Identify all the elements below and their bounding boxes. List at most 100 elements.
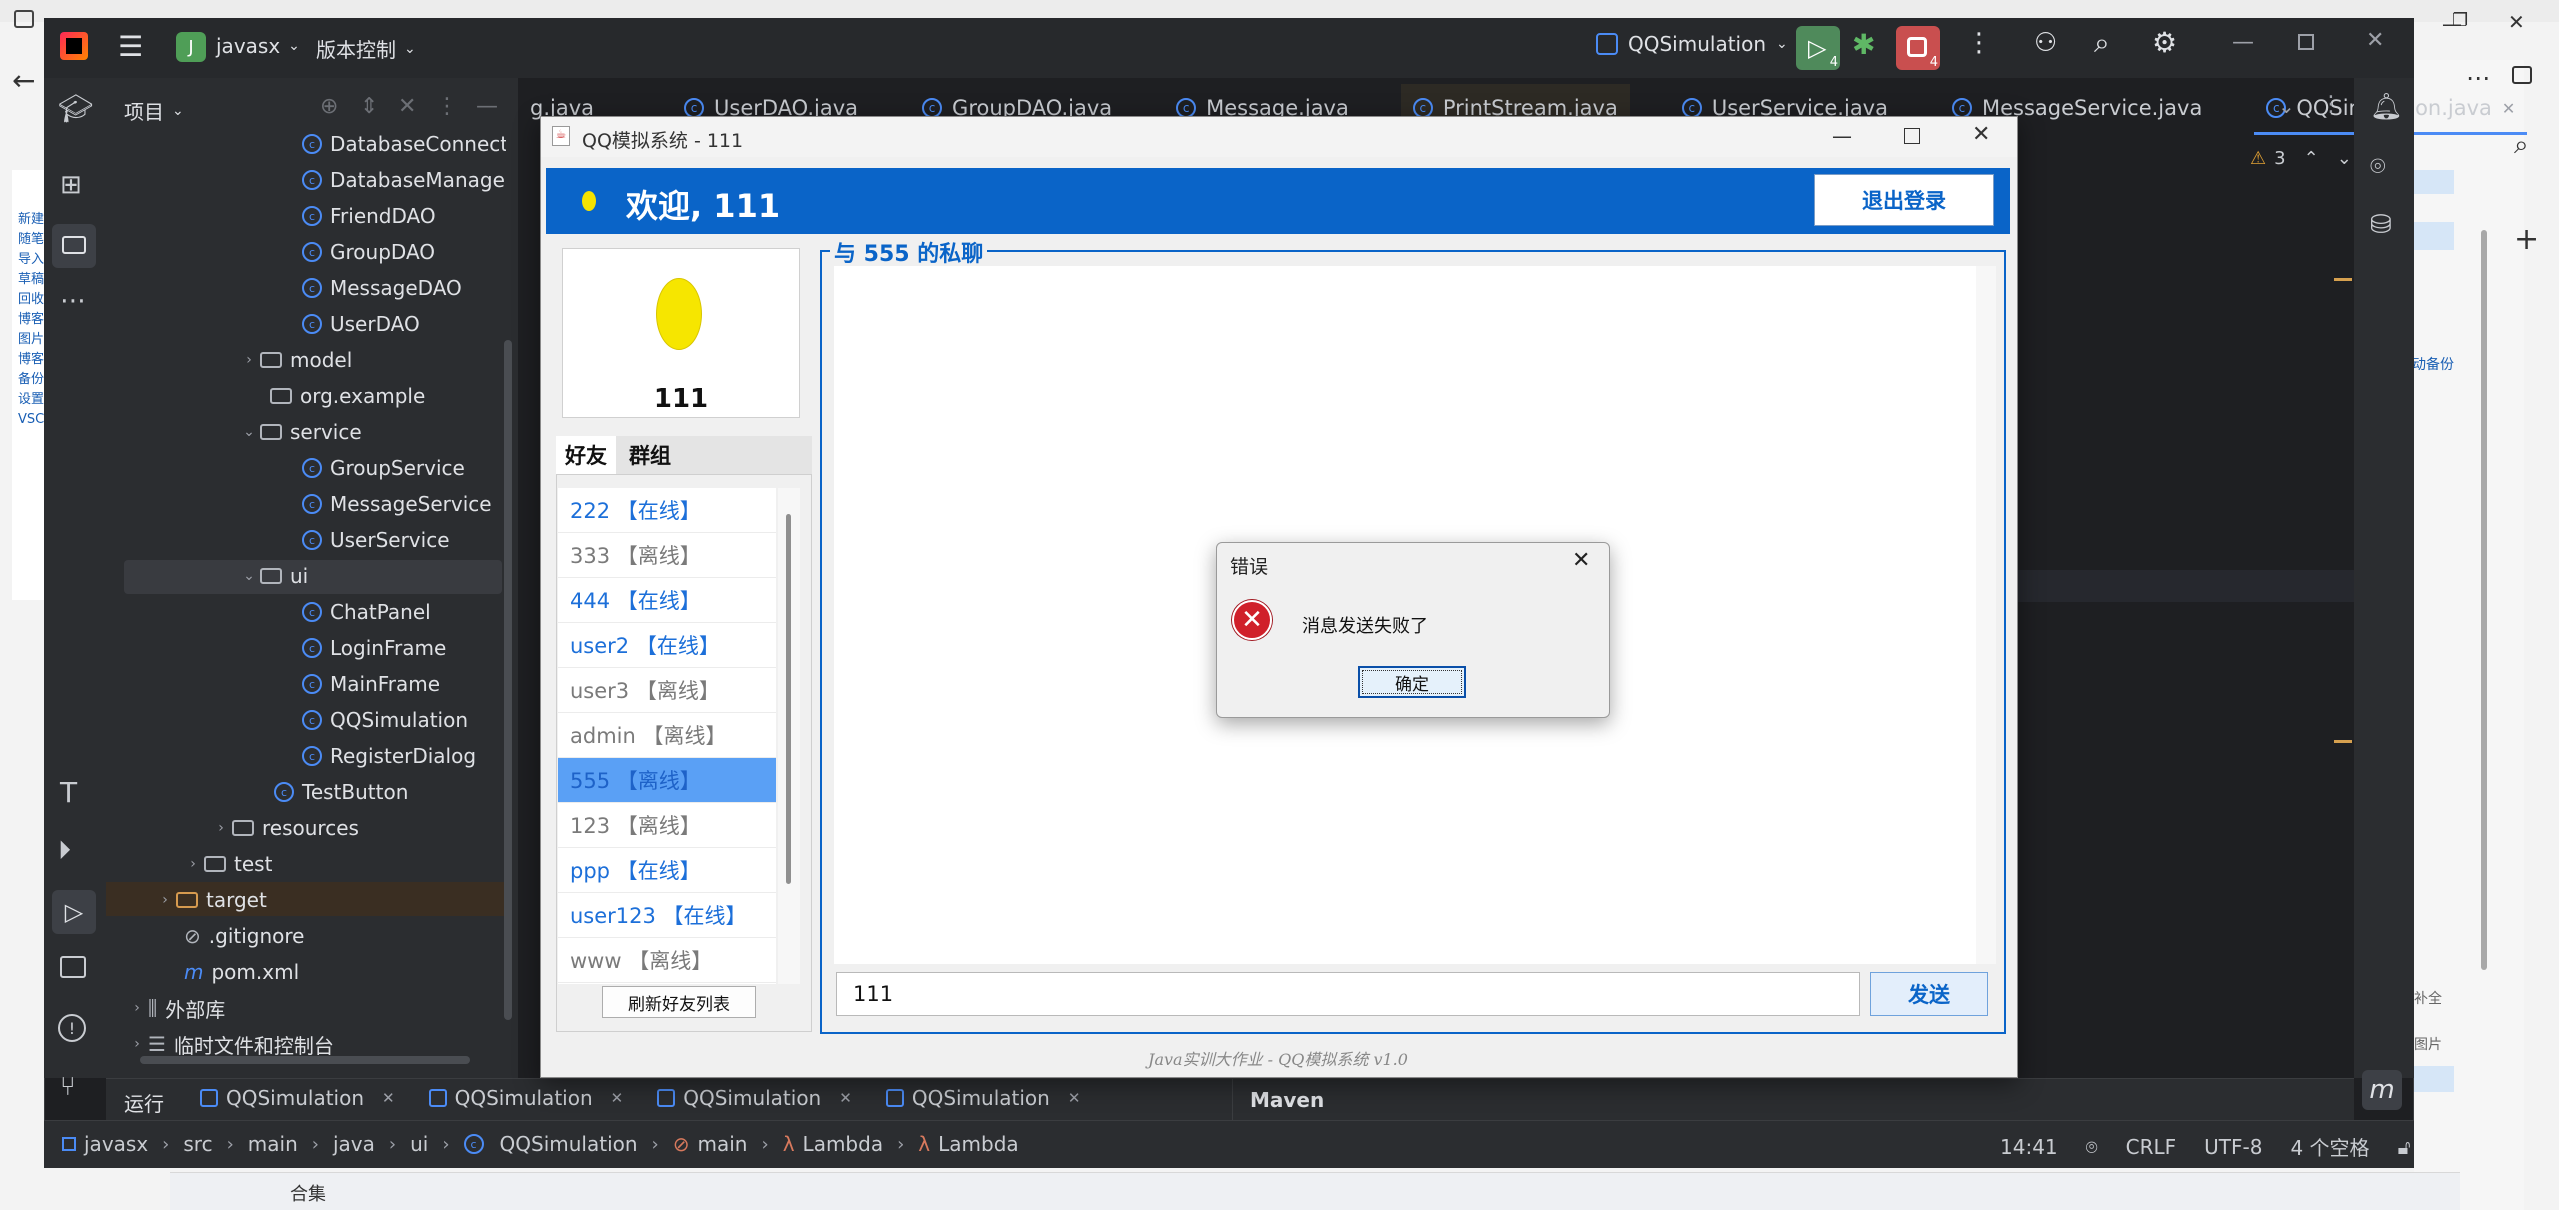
tree-item[interactable]: c TestButton bbox=[274, 774, 408, 810]
tree-item[interactable]: c ChatPanel bbox=[302, 594, 431, 630]
project-badge[interactable]: J bbox=[176, 32, 206, 62]
line-separator[interactable]: CRLF bbox=[2126, 1135, 2177, 1159]
tree-item[interactable]: c MessageService bbox=[302, 486, 492, 522]
tree-item[interactable]: › target bbox=[154, 882, 267, 918]
tree-item[interactable]: c UserDAO bbox=[302, 306, 420, 342]
ai-assistant-icon[interactable]: ⌾ bbox=[2370, 152, 2386, 183]
warning-stripe-mark[interactable] bbox=[2334, 278, 2352, 281]
search-icon[interactable]: ⌕ bbox=[2094, 26, 2110, 60]
expand-all-icon[interactable]: ⇕ bbox=[360, 94, 378, 119]
breadcrumb-item[interactable]: ui bbox=[410, 1132, 428, 1156]
add-icon[interactable]: + bbox=[2514, 222, 2539, 257]
send-button[interactable]: 发送 bbox=[1870, 972, 1988, 1016]
logout-button[interactable]: 退出登录 bbox=[1814, 174, 1994, 226]
chevron-down-icon[interactable]: ⌄ bbox=[238, 424, 260, 440]
ide-close-icon[interactable]: ✕ bbox=[2366, 28, 2384, 53]
tree-item[interactable]: ⊘ .gitignore bbox=[184, 918, 304, 954]
services-icon[interactable]: ⏵ bbox=[58, 836, 71, 867]
browser-restore-icon[interactable]: ❐ bbox=[2452, 10, 2468, 31]
inspection-widget[interactable]: ⚠ 3 ⌃ ⌄ bbox=[2250, 148, 2352, 169]
maven-panel-title[interactable]: Maven bbox=[1250, 1088, 1324, 1112]
database-icon[interactable]: ⛁ bbox=[2370, 210, 2392, 240]
project-folder-icon[interactable] bbox=[52, 224, 96, 268]
close-icon[interactable]: ✕ bbox=[2502, 99, 2515, 118]
project-tree-scrollbar[interactable] bbox=[504, 340, 512, 1020]
tree-item[interactable]: c QQSimulation bbox=[302, 702, 468, 738]
locate-icon[interactable]: ⊕ bbox=[320, 94, 338, 119]
tree-item[interactable]: c MainFrame bbox=[302, 666, 440, 702]
main-menu-icon[interactable]: ☰ bbox=[118, 30, 143, 63]
tabs-more-icon[interactable]: ⋮ bbox=[2320, 92, 2342, 117]
list-item[interactable]: 222 【在线】 bbox=[558, 488, 776, 533]
browser-scrollbar[interactable] bbox=[2478, 110, 2490, 970]
list-item[interactable]: user2 【在线】 bbox=[558, 623, 776, 668]
tree-item[interactable]: c MessageDAO bbox=[302, 270, 462, 306]
chevron-right-icon[interactable]: › bbox=[154, 892, 176, 908]
tree-item[interactable]: › test bbox=[182, 846, 272, 882]
browser-tabs-icon[interactable] bbox=[14, 10, 34, 28]
run-tab[interactable]: QQSimulation ✕ bbox=[200, 1086, 395, 1110]
hide-panel-icon[interactable]: — bbox=[476, 94, 498, 119]
tabs-dropdown-icon[interactable]: ⌄ bbox=[2278, 94, 2295, 118]
tree-item[interactable]: › model bbox=[238, 342, 352, 378]
tree-item[interactable]: › ⫼ 外部库 bbox=[126, 990, 225, 1026]
ide-maximize-icon[interactable] bbox=[2298, 34, 2314, 50]
tree-item[interactable]: c LoginFrame bbox=[302, 630, 446, 666]
list-item-selected[interactable]: 555 【离线】 bbox=[558, 758, 776, 803]
ide-minimize-icon[interactable]: — bbox=[2232, 30, 2254, 55]
refresh-friends-button[interactable]: 刷新好友列表 bbox=[602, 986, 756, 1018]
list-item[interactable]: user123 【在线】 bbox=[558, 893, 776, 938]
list-item[interactable]: ppp 【在线】 bbox=[558, 848, 776, 893]
chevron-down-icon[interactable]: ⌄ bbox=[2337, 148, 2352, 169]
breadcrumb-item[interactable]: main bbox=[248, 1132, 298, 1156]
tree-item[interactable]: c UserService bbox=[302, 522, 450, 558]
browser-backup-link[interactable]: 动备份 bbox=[2412, 354, 2454, 374]
list-item[interactable]: admin 【离线】 bbox=[558, 713, 776, 758]
breadcrumb-item[interactable]: c QQSimulation bbox=[463, 1132, 638, 1156]
notifications-icon[interactable]: 🔔︎ bbox=[2370, 92, 2403, 122]
run-tab[interactable]: QQSimulation ✕ bbox=[428, 1086, 624, 1110]
tree-item[interactable]: c FriendDAO bbox=[302, 198, 436, 234]
stop-button[interactable]: 4 bbox=[1896, 26, 1940, 70]
close-icon[interactable]: ✕ bbox=[382, 1089, 395, 1107]
tree-item[interactable]: › resources bbox=[210, 810, 359, 846]
list-item[interactable]: 333 【离线】 bbox=[558, 533, 776, 578]
more-actions-icon[interactable]: ⋮ bbox=[1966, 28, 1992, 58]
project-tree-hscrollbar[interactable] bbox=[140, 1056, 470, 1064]
options-icon[interactable]: ⋮ bbox=[436, 94, 458, 119]
browser-close-icon[interactable]: ✕ bbox=[2508, 10, 2525, 34]
chevron-right-icon[interactable]: › bbox=[210, 820, 232, 836]
tree-item[interactable]: c GroupService bbox=[302, 450, 465, 486]
tree-item[interactable]: c DatabaseManager bbox=[302, 162, 506, 198]
file-encoding[interactable]: UTF-8 bbox=[2204, 1135, 2262, 1159]
lock-icon[interactable]: 🔓︎ bbox=[2398, 1135, 2411, 1159]
tree-item[interactable]: › ☰ 临时文件和控制台 bbox=[126, 1026, 334, 1058]
breadcrumb-item[interactable]: java bbox=[333, 1132, 375, 1156]
run-tab[interactable]: QQSimulation ✕ bbox=[885, 1086, 1080, 1110]
avatar[interactable] bbox=[656, 278, 702, 350]
chevron-right-icon[interactable]: › bbox=[126, 1036, 148, 1052]
vcs-selector[interactable]: 版本控制 ⌄ bbox=[316, 34, 416, 63]
collapse-all-icon[interactable]: ✕ bbox=[398, 94, 416, 119]
back-arrow-icon[interactable]: ← bbox=[12, 64, 35, 97]
problems-icon[interactable]: ! bbox=[58, 1014, 86, 1042]
chevron-right-icon[interactable]: › bbox=[126, 1000, 148, 1016]
breadcrumb-item[interactable]: λ Lambda bbox=[918, 1132, 1018, 1156]
maven-tool-icon[interactable]: m bbox=[2362, 1070, 2402, 1110]
close-icon[interactable]: ✕ bbox=[839, 1089, 852, 1107]
breadcrumb-item[interactable]: javasx bbox=[62, 1132, 148, 1156]
debug-icon[interactable]: ✱ bbox=[1852, 28, 1875, 61]
run-button[interactable]: ▷ 4 bbox=[1796, 26, 1840, 70]
structure-icon[interactable]: ⊞ bbox=[60, 170, 82, 200]
project-panel-header[interactable]: 项目 ⌄ bbox=[124, 96, 184, 125]
dialog-close-icon[interactable]: ✕ bbox=[1572, 548, 1590, 573]
close-icon[interactable]: ✕ bbox=[611, 1089, 624, 1107]
tree-item-selected[interactable]: ⌄ ui bbox=[238, 558, 308, 594]
tree-item[interactable]: c RegisterDialog bbox=[302, 738, 476, 774]
message-input[interactable]: 111 bbox=[836, 972, 1860, 1016]
run-tool-icon[interactable]: ▷ bbox=[52, 890, 96, 934]
tree-item[interactable]: ⌄ service bbox=[238, 414, 362, 450]
chat-messages-scrollbar[interactable] bbox=[1976, 266, 1996, 964]
tree-item[interactable]: cDatabaseConnection bbox=[302, 128, 506, 162]
ai-status-icon[interactable]: ⌾ bbox=[2086, 1135, 2098, 1159]
